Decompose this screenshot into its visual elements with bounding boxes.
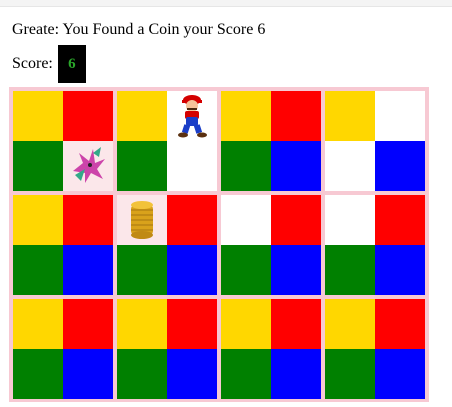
cell-red[interactable]: [167, 195, 217, 245]
cell-green[interactable]: [13, 245, 63, 295]
cell-red[interactable]: [375, 299, 425, 349]
window-top-strip: [0, 0, 452, 7]
cell-white[interactable]: [221, 195, 271, 245]
cell-yellow[interactable]: [221, 91, 271, 141]
cell-green[interactable]: [221, 141, 271, 191]
cell-white[interactable]: [375, 91, 425, 141]
cell-blue[interactable]: [271, 141, 321, 191]
cell-blue[interactable]: [167, 245, 217, 295]
score-row: Score: 6: [12, 45, 86, 83]
coin-stack-icon: [131, 201, 153, 239]
cell-green[interactable]: [325, 245, 375, 295]
tile-r1-c0[interactable]: [13, 195, 113, 295]
cell-green[interactable]: [325, 349, 375, 399]
cell-green[interactable]: [117, 141, 167, 191]
cell-white[interactable]: [325, 141, 375, 191]
tile-r2-c0[interactable]: [13, 299, 113, 399]
tile-r2-c3[interactable]: [325, 299, 425, 399]
dragon-icon: [73, 147, 105, 183]
tile-r2-c2[interactable]: [221, 299, 321, 399]
cell-green[interactable]: [221, 245, 271, 295]
tile-r1-c2[interactable]: [221, 195, 321, 295]
cell-yellow[interactable]: [13, 299, 63, 349]
cell-red[interactable]: [271, 91, 321, 141]
cell-white[interactable]: [325, 195, 375, 245]
cell-blue[interactable]: [375, 245, 425, 295]
game-board: [9, 87, 429, 402]
status-message: Greate: You Found a Coin your Score 6: [12, 21, 266, 38]
cell-pinkish[interactable]: [63, 141, 113, 191]
cell-pinkish[interactable]: [117, 195, 167, 245]
cell-yellow[interactable]: [13, 195, 63, 245]
cell-yellow[interactable]: [13, 91, 63, 141]
score-badge: 6: [57, 45, 86, 83]
cell-green[interactable]: [13, 141, 63, 191]
cell-red[interactable]: [271, 195, 321, 245]
cell-red[interactable]: [63, 299, 113, 349]
cell-blue[interactable]: [167, 349, 217, 399]
cell-yellow[interactable]: [221, 299, 271, 349]
tile-r0-c1[interactable]: [117, 91, 217, 191]
tile-r1-c3[interactable]: [325, 195, 425, 295]
cell-red[interactable]: [63, 195, 113, 245]
cell-blue[interactable]: [375, 349, 425, 399]
cell-white[interactable]: [167, 91, 217, 141]
score-label: Score:: [12, 55, 53, 72]
cell-white[interactable]: [167, 141, 217, 191]
cell-yellow[interactable]: [325, 91, 375, 141]
tile-r1-c1[interactable]: [117, 195, 217, 295]
cell-red[interactable]: [63, 91, 113, 141]
cell-blue[interactable]: [63, 245, 113, 295]
cell-yellow[interactable]: [117, 299, 167, 349]
mario-icon: [178, 95, 207, 138]
tile-r0-c3[interactable]: [325, 91, 425, 191]
cell-red[interactable]: [167, 299, 217, 349]
tile-r0-c2[interactable]: [221, 91, 321, 191]
cell-red[interactable]: [375, 195, 425, 245]
cell-red[interactable]: [271, 299, 321, 349]
cell-blue[interactable]: [63, 349, 113, 399]
cell-green[interactable]: [117, 349, 167, 399]
score-value: 6: [68, 55, 76, 72]
cell-blue[interactable]: [271, 245, 321, 295]
cell-blue[interactable]: [271, 349, 321, 399]
cell-green[interactable]: [117, 245, 167, 295]
tile-r2-c1[interactable]: [117, 299, 217, 399]
cell-green[interactable]: [13, 349, 63, 399]
tile-r0-c0[interactable]: [13, 91, 113, 191]
cell-yellow[interactable]: [325, 299, 375, 349]
cell-yellow[interactable]: [117, 91, 167, 141]
cell-blue[interactable]: [375, 141, 425, 191]
cell-green[interactable]: [221, 349, 271, 399]
